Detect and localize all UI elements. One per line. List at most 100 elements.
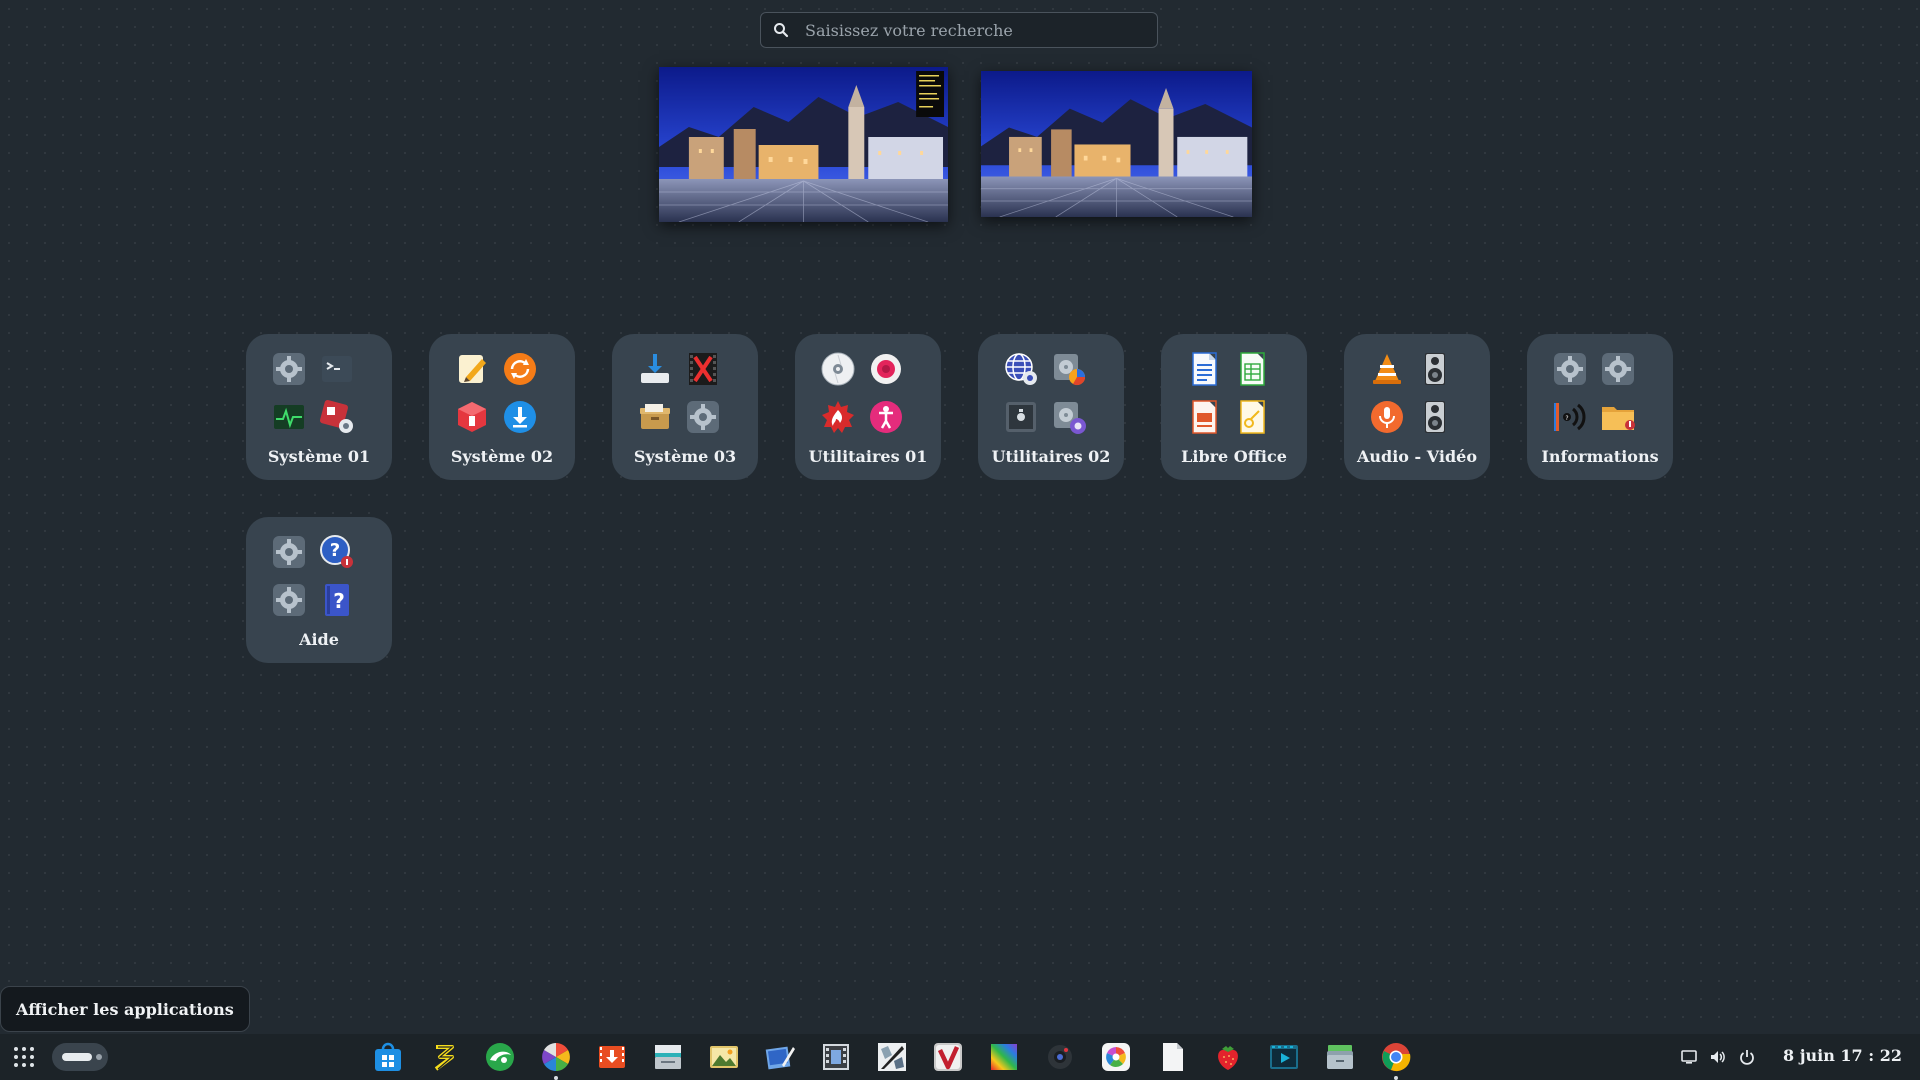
screen-icon[interactable] [1680,1048,1698,1066]
show-apps-tooltip: Afficher les applications [0,986,250,1032]
color-wheel-icon[interactable] [1098,1039,1134,1075]
settings-gear-icon [271,351,307,387]
impress-presentation-icon [1186,399,1222,435]
active-workspace-pill [62,1053,92,1061]
draw-icon [1234,399,1270,435]
settings-gear-icon [271,582,307,618]
app-folder-informations[interactable]: ? Informations [1527,334,1673,480]
search-icon [773,22,789,38]
folder-icon [1600,399,1636,435]
app-folder-syst-me-03[interactable]: Système 03 [612,334,758,480]
inkscape-icon[interactable] [874,1039,910,1075]
system-monitor-icon [271,399,307,435]
folder-icon-preview [1186,351,1282,447]
webcam-icon[interactable] [1042,1039,1078,1075]
folder-icon-preview: ?? [271,534,367,630]
calc-spreadsheet-icon [1234,351,1270,387]
folder-label: Utilitaires 02 [991,447,1111,466]
shotwell-icon[interactable] [538,1039,574,1080]
screenshot-icon [1003,399,1039,435]
folder-label: Aide [299,630,339,649]
disc-burner-icon [820,351,856,387]
power-icon[interactable] [1738,1048,1756,1066]
speaker-icon [1417,399,1453,435]
help-browser-icon: ? [319,534,355,570]
video-downloader-icon[interactable] [594,1039,630,1075]
disk-usage-icon [1051,351,1087,387]
video-editor-icon[interactable] [818,1039,854,1075]
text-file-icon[interactable] [1154,1039,1190,1075]
vivaldi-icon[interactable] [930,1039,966,1075]
color-picker-icon[interactable] [986,1039,1022,1075]
folder-icon-preview [637,351,733,447]
vlc-icon [1369,351,1405,387]
app-folder-aide[interactable]: ?? Aide [246,517,392,663]
download-manager-icon [502,399,538,435]
search-bar[interactable] [760,12,1158,48]
app-grid-icon[interactable] [12,1045,36,1069]
svg-text:?: ? [1565,415,1568,422]
svg-text:?: ? [333,589,345,613]
taskbar: 8 juin 17 : 22 [0,1034,1920,1080]
folder-label: Utilitaires 01 [808,447,928,466]
wallpaper-image [659,67,948,222]
photo-editor-icon[interactable] [762,1039,798,1075]
app-folder-syst-me-01[interactable]: Système 01 [246,334,392,480]
folder-label: Système 02 [450,447,554,466]
terminal-icon [319,351,355,387]
svg-text:?: ? [330,540,340,561]
browser-green-icon[interactable] [482,1039,518,1075]
install-icon [637,351,673,387]
folder-label: Informations [1541,447,1659,466]
volume-icon[interactable] [1709,1048,1727,1066]
speaker-icon [1417,351,1453,387]
app-folder-syst-me-02[interactable]: Système 02 [429,334,575,480]
workspace-thumbnail-2[interactable] [981,71,1252,217]
dock [370,1039,1434,1080]
folder-icon-preview: ? [1552,351,1648,447]
disk-settings-icon [1051,399,1087,435]
inactive-workspace-dot [96,1054,102,1060]
search-input[interactable] [803,19,1157,41]
settings-gear-icon [1600,351,1636,387]
folder-label: Système 03 [633,447,737,466]
text-editor-icon [454,351,490,387]
folder-label: Système 01 [267,447,371,466]
update-manager-icon [502,351,538,387]
help-book-icon: ? [319,582,355,618]
media-player-icon[interactable] [1266,1039,1302,1075]
workspace-indicator[interactable] [52,1043,108,1071]
settings-gear-icon [1552,351,1588,387]
file-manager-icon[interactable] [1322,1039,1358,1075]
folder-icon-preview [271,351,367,447]
app-folder-utilitaires-01[interactable]: Utilitaires 01 [795,334,941,480]
archive-box-icon [637,399,673,435]
settings-gear-icon [271,534,307,570]
image-viewer-icon[interactable] [706,1039,742,1075]
network-settings-icon [1003,351,1039,387]
scanner-icon[interactable] [650,1039,686,1075]
app-folder-libre-office[interactable]: Libre Office [1161,334,1307,480]
app-folder-audio-vid-o[interactable]: Audio - Vidéo [1344,334,1490,480]
folder-icon-preview [1003,351,1099,447]
sound-recorder-icon [1369,399,1405,435]
strawberry-icon[interactable] [1210,1039,1246,1075]
folder-icon-preview [1369,351,1465,447]
clock[interactable]: 8 juin 17 : 22 [1783,1046,1902,1065]
wallpaper-image [981,71,1252,217]
package-installer-icon [454,399,490,435]
workspace-thumbnail-1[interactable] [659,67,948,222]
audio-info-icon: ? [1552,399,1588,435]
software-store-icon[interactable] [370,1039,406,1075]
synaptic-icon[interactable] [426,1039,462,1075]
file-close-icon [685,351,721,387]
app-folder-utilitaires-02[interactable]: Utilitaires 02 [978,334,1124,480]
folder-label: Libre Office [1181,447,1287,466]
folder-icon-preview [820,351,916,447]
screen-recorder-icon [868,351,904,387]
folder-icon-preview [454,351,550,447]
writer-document-icon [1186,351,1222,387]
system-tray [1680,1046,1767,1068]
folder-label: Audio - Vidéo [1356,447,1477,466]
chrome-icon[interactable] [1378,1039,1414,1080]
